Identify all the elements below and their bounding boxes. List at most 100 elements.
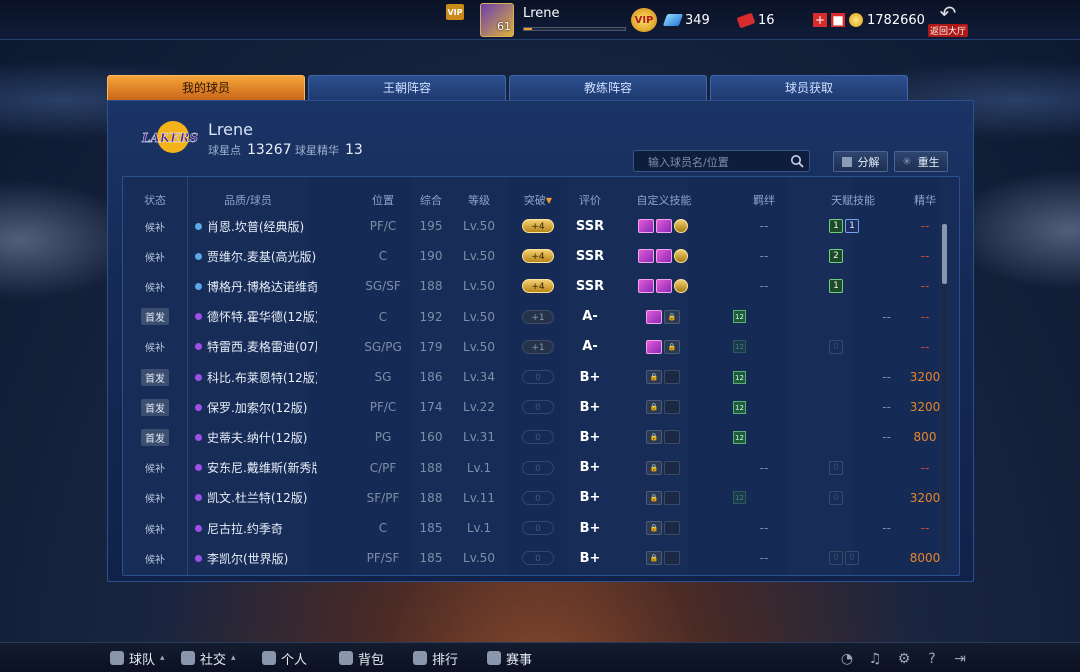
bond-icon[interactable]: 12 bbox=[733, 491, 746, 505]
skill-icon[interactable] bbox=[656, 219, 672, 233]
bottom-nav-user[interactable]: 个人 bbox=[262, 643, 307, 672]
skill-icon[interactable] bbox=[638, 249, 654, 264]
table-row[interactable]: 首发 科比.布莱恩特(12版) SG 186 Lv.34 0 B+ 🔒 12 -- 3200 bbox=[123, 362, 943, 392]
status-cell: 首发 bbox=[123, 422, 187, 452]
bond-icon[interactable]: 12 bbox=[733, 400, 746, 414]
table-row[interactable]: 候补 凯文.杜兰特(12版) SF/PF 188 Lv.11 0 B+ 🔒 12 0 3200 bbox=[123, 483, 943, 513]
sort-arrow-icon[interactable]: ▼ bbox=[546, 196, 552, 205]
lock-icon[interactable]: 🔒 bbox=[646, 370, 662, 384]
vip-badge-small[interactable]: VIP bbox=[446, 4, 464, 20]
player-name[interactable]: 尼古拉.约季奇 bbox=[207, 520, 283, 537]
tab-player-acquire[interactable]: 球员获取 bbox=[710, 75, 908, 100]
skill-icon[interactable] bbox=[638, 219, 654, 233]
custom-skills-cell bbox=[609, 271, 719, 301]
table-row[interactable]: 首发 保罗.加索尔(12版) PF/C 174 Lv.22 0 B+ 🔒 12 -- 3200 bbox=[123, 392, 943, 422]
ticket-counter[interactable]: 16 bbox=[736, 0, 775, 40]
bottom-nav-bag[interactable]: 背包 bbox=[339, 643, 384, 672]
bond-icon[interactable]: 12 bbox=[733, 370, 746, 384]
lock-icon[interactable]: 🔒 bbox=[664, 339, 680, 354]
table-scrollbar[interactable] bbox=[942, 224, 947, 556]
empty-skill-slot[interactable] bbox=[664, 490, 680, 505]
skill-icon[interactable] bbox=[646, 309, 662, 324]
lock-icon[interactable]: 🔒 bbox=[646, 460, 662, 475]
player-name[interactable]: 李凯尔(世界版) bbox=[207, 550, 288, 567]
player-name[interactable]: 凯文.杜兰特(12版) bbox=[207, 489, 307, 506]
table-row[interactable]: 候补 李凯尔(世界版) PF/SF 185 Lv.50 0 B+ 🔒 -- 0 0 8000 bbox=[123, 543, 943, 573]
tab-my-players[interactable]: 我的球员 bbox=[107, 75, 305, 100]
table-row[interactable]: 候补 特雷西.麦格雷迪(07版) SG/PG 179 Lv.50 +1 A- 🔒 12 0 -- bbox=[123, 332, 943, 362]
help-icon[interactable]: ? bbox=[924, 651, 940, 667]
skill-icon[interactable] bbox=[674, 249, 688, 264]
player-name[interactable]: 安东尼.戴维斯(新秀版) bbox=[207, 459, 317, 476]
gem-counter[interactable]: 349 bbox=[662, 0, 710, 40]
bond-icon[interactable]: 12 bbox=[733, 310, 746, 324]
table-row[interactable]: 候补 肖恩.坎普(经典版) PF/C 195 Lv.50 +4 SSR -- 1 1 -- bbox=[123, 211, 943, 241]
search-icon[interactable] bbox=[790, 154, 804, 168]
empty-skill-slot[interactable] bbox=[664, 370, 680, 384]
bottom-nav-heart[interactable]: 社交 ▴ bbox=[181, 643, 236, 672]
bottom-nav-trophy[interactable]: 赛事 bbox=[487, 643, 532, 672]
lock-icon[interactable]: 🔒 bbox=[646, 430, 662, 445]
shop-icon[interactable]: ■ bbox=[831, 13, 845, 27]
lock-icon[interactable]: 🔒 bbox=[646, 551, 662, 566]
search-input[interactable] bbox=[634, 152, 784, 173]
talent-icon[interactable]: 0 bbox=[829, 460, 843, 475]
exit-icon[interactable]: ⇥ bbox=[952, 651, 968, 667]
empty-skill-slot[interactable] bbox=[664, 460, 680, 475]
reborn-button[interactable]: ✳ 重生 bbox=[894, 151, 948, 172]
bottom-nav-person[interactable]: 球队 ▴ bbox=[110, 643, 165, 672]
lock-icon[interactable]: 🔒 bbox=[646, 400, 662, 415]
tab-coach-lineup[interactable]: 教练阵容 bbox=[509, 75, 707, 100]
talent-icon[interactable]: 2 bbox=[829, 249, 843, 264]
table-row[interactable]: 候补 安东尼.戴维斯(新秀版) C/PF 188 Lv.1 0 B+ 🔒 -- 0 -- bbox=[123, 453, 943, 483]
table-row[interactable]: 首发 史蒂夫.纳什(12版) PG 160 Lv.31 0 B+ 🔒 12 -- 800 bbox=[123, 422, 943, 452]
talent-icon[interactable]: 1 bbox=[829, 279, 843, 294]
music-icon[interactable]: ♫ bbox=[867, 651, 883, 667]
player-name[interactable]: 德怀特.霍华德(12版) bbox=[207, 308, 317, 325]
empty-skill-slot[interactable] bbox=[664, 521, 680, 535]
table-row[interactable]: 候补 尼古拉.约季奇 C 185 Lv.1 0 B+ 🔒 -- -- -- bbox=[123, 513, 943, 543]
lock-icon[interactable]: 🔒 bbox=[646, 521, 662, 535]
skill-icon[interactable] bbox=[674, 279, 688, 294]
lock-icon[interactable]: 🔒 bbox=[646, 490, 662, 505]
talent-icon[interactable]: 0 bbox=[829, 551, 843, 566]
vip-icon[interactable]: VIP bbox=[631, 8, 657, 32]
settings-icon[interactable]: ⚙ bbox=[896, 651, 912, 667]
table-row[interactable]: 候补 博格丹.博格达诺维奇(世界版) SG/SF 188 Lv.50 +4 SSR -- 1 -- bbox=[123, 271, 943, 301]
skill-icon[interactable] bbox=[656, 249, 672, 264]
table-row[interactable]: 首发 德怀特.霍华德(12版) C 192 Lv.50 +1 A- 🔒 12 -- -- bbox=[123, 302, 943, 332]
scroll-thumb[interactable] bbox=[942, 224, 947, 284]
empty-skill-slot[interactable] bbox=[664, 400, 680, 415]
skill-icon[interactable] bbox=[656, 279, 672, 294]
skill-icon[interactable] bbox=[638, 279, 654, 294]
decompose-button[interactable]: 分解 bbox=[833, 151, 888, 172]
talent-icon[interactable]: 0 bbox=[845, 551, 859, 566]
player-name[interactable]: 保罗.加索尔(12版) bbox=[207, 399, 307, 416]
headset-icon[interactable]: ◔ bbox=[839, 651, 855, 667]
player-name[interactable]: 肖恩.坎普(经典版) bbox=[207, 218, 304, 235]
add-icon[interactable]: + bbox=[813, 13, 827, 27]
skill-icon[interactable] bbox=[674, 219, 688, 233]
empty-skill-slot[interactable] bbox=[664, 430, 680, 445]
tab-dynasty-lineup[interactable]: 王朝阵容 bbox=[308, 75, 506, 100]
skill-icon[interactable] bbox=[646, 339, 662, 354]
bond-cell: -- bbox=[719, 543, 809, 573]
bottom-nav-ranking[interactable]: 排行 bbox=[413, 643, 458, 672]
talent-icon[interactable]: 0 bbox=[829, 339, 843, 354]
bond-icon[interactable]: 12 bbox=[733, 430, 746, 444]
talent-icon[interactable]: 1 bbox=[845, 219, 859, 233]
player-name[interactable]: 科比.布莱恩特(12版) bbox=[207, 369, 317, 386]
talent-icon[interactable]: 1 bbox=[829, 219, 843, 233]
player-level: Lv.50 bbox=[463, 279, 495, 294]
bond-icon[interactable]: 12 bbox=[733, 340, 746, 354]
player-name[interactable]: 史蒂夫.纳什(12版) bbox=[207, 429, 307, 446]
coin-counter[interactable]: + ■ 1782660 bbox=[813, 0, 925, 40]
back-to-lobby-button[interactable]: ↶ 返回大厅 bbox=[928, 2, 969, 38]
talent-icon[interactable]: 0 bbox=[829, 490, 843, 505]
player-name[interactable]: 贾维尔.麦基(高光版) bbox=[207, 248, 316, 265]
empty-skill-slot[interactable] bbox=[664, 551, 680, 566]
player-name[interactable]: 博格丹.博格达诺维奇(世界版) bbox=[207, 278, 317, 295]
table-row[interactable]: 候补 贾维尔.麦基(高光版) C 190 Lv.50 +4 SSR -- 2 -- bbox=[123, 241, 943, 271]
lock-icon[interactable]: 🔒 bbox=[664, 309, 680, 324]
player-name[interactable]: 特雷西.麦格雷迪(07版) bbox=[207, 338, 317, 355]
